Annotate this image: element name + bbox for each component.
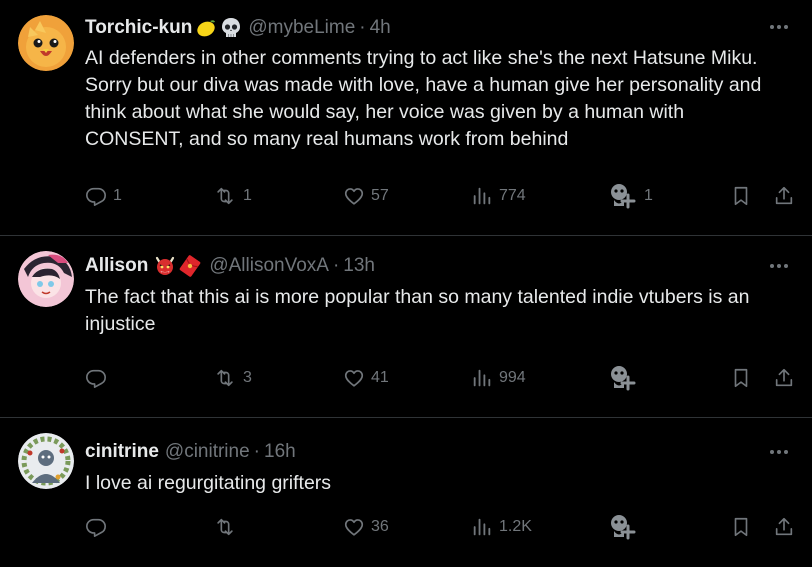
lemon-emoji xyxy=(195,17,217,39)
reply-count: 1 xyxy=(113,187,122,204)
separator-dot: · xyxy=(332,255,340,276)
avatar[interactable] xyxy=(18,251,74,307)
separator-dot: · xyxy=(253,441,260,462)
reply-button[interactable] xyxy=(85,365,113,391)
more-icon[interactable] xyxy=(764,439,794,465)
red-envelope-emoji xyxy=(179,255,201,277)
share-icon xyxy=(773,516,795,538)
like-icon xyxy=(343,516,365,538)
skull-emoji xyxy=(220,17,242,39)
share-button[interactable] xyxy=(773,183,795,209)
tweet[interactable]: Torchic-kun @mybeLime · 4h AI defenders … xyxy=(0,0,812,236)
share-icon xyxy=(773,185,795,207)
views-button[interactable]: 774 xyxy=(471,183,526,209)
timestamp[interactable]: 13h xyxy=(343,255,375,277)
tweet-header: Torchic-kun @mybeLime · 4h xyxy=(85,14,391,42)
display-name[interactable]: Allison xyxy=(85,255,148,277)
bookmark-button[interactable] xyxy=(730,365,752,391)
views-icon xyxy=(471,516,493,538)
reply-icon xyxy=(85,367,107,389)
share-icon xyxy=(773,367,795,389)
like-count: 57 xyxy=(371,187,389,204)
views-count: 1.2K xyxy=(499,518,532,535)
share-button[interactable] xyxy=(773,365,795,391)
reply-button[interactable] xyxy=(85,514,113,540)
reply-icon xyxy=(85,185,107,207)
more-icon[interactable] xyxy=(764,14,794,40)
timestamp[interactable]: 16h xyxy=(264,441,296,463)
repost-button[interactable]: 3 xyxy=(213,365,252,391)
grok-icon xyxy=(608,514,638,540)
grok-button[interactable]: 1 xyxy=(608,183,653,209)
repost-count: 3 xyxy=(243,369,252,386)
user-handle[interactable]: @cinitrine xyxy=(165,441,250,463)
repost-icon xyxy=(213,185,237,207)
grok-button[interactable] xyxy=(608,365,644,391)
bookmark-icon xyxy=(730,185,752,207)
user-handle[interactable]: @mybeLime xyxy=(248,17,355,39)
like-count: 36 xyxy=(371,518,389,535)
bookmark-button[interactable] xyxy=(730,514,752,540)
tweet-text: AI defenders in other comments trying to… xyxy=(85,47,762,150)
reply-icon xyxy=(85,516,107,538)
tweet-text: I love ai regurgitating grifters xyxy=(85,472,332,494)
like-icon xyxy=(343,185,365,207)
views-icon xyxy=(471,367,493,389)
tweet-header: cinitrine @cinitrine · 16h xyxy=(85,438,296,466)
like-icon xyxy=(343,367,365,389)
repost-icon xyxy=(213,516,237,538)
bookmark-icon xyxy=(730,367,752,389)
tweet[interactable]: cinitrine @cinitrine · 16h I love ai reg… xyxy=(0,418,812,567)
display-name[interactable]: cinitrine xyxy=(85,441,159,463)
repost-button[interactable]: 1 xyxy=(213,183,252,209)
reply-button[interactable]: 1 xyxy=(85,183,122,209)
like-button[interactable]: 57 xyxy=(343,183,389,209)
action-bar: 36 1.2K xyxy=(85,514,794,540)
like-button[interactable]: 41 xyxy=(343,365,389,391)
grok-icon xyxy=(608,183,638,209)
views-count: 774 xyxy=(499,187,526,204)
views-button[interactable]: 1.2K xyxy=(471,514,532,540)
tweet-header: Allison @AllisonVoxA · 13h xyxy=(85,252,375,280)
views-icon xyxy=(471,185,493,207)
repost-count: 1 xyxy=(243,187,252,204)
avatar[interactable] xyxy=(18,433,74,489)
grok-button[interactable] xyxy=(608,514,644,540)
user-handle[interactable]: @AllisonVoxA xyxy=(209,255,329,277)
views-count: 994 xyxy=(499,369,526,386)
like-count: 41 xyxy=(371,369,389,386)
oni-emoji xyxy=(154,255,176,277)
action-bar: 1 1 57 774 1 xyxy=(85,183,794,209)
grok-count: 1 xyxy=(644,187,653,204)
bookmark-icon xyxy=(730,516,752,538)
display-name[interactable]: Torchic-kun xyxy=(85,17,192,39)
avatar[interactable] xyxy=(18,15,74,71)
bookmark-button[interactable] xyxy=(730,183,752,209)
separator-dot: · xyxy=(359,17,366,38)
views-button[interactable]: 994 xyxy=(471,365,526,391)
like-button[interactable]: 36 xyxy=(343,514,389,540)
tweet-text: The fact that this ai is more popular th… xyxy=(85,286,750,335)
repost-icon xyxy=(213,367,237,389)
repost-button[interactable] xyxy=(213,514,243,540)
action-bar: 3 41 994 xyxy=(85,365,794,391)
tweet[interactable]: Allison @AllisonVoxA · 13h The fact that… xyxy=(0,236,812,418)
more-icon[interactable] xyxy=(764,253,794,279)
share-button[interactable] xyxy=(773,514,795,540)
reply-feed: Torchic-kun @mybeLime · 4h AI defenders … xyxy=(0,0,812,567)
timestamp[interactable]: 4h xyxy=(370,17,391,39)
grok-icon xyxy=(608,365,638,391)
